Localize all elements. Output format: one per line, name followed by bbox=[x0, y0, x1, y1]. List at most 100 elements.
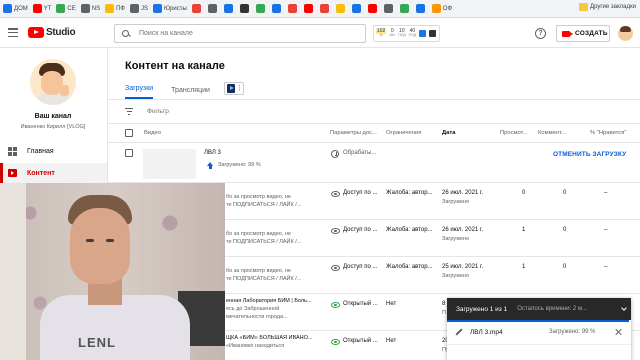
bookmark-item[interactable] bbox=[399, 2, 411, 16]
column-restrictions[interactable]: Ограничения bbox=[386, 130, 421, 136]
bookmark-item[interactable] bbox=[383, 2, 395, 16]
extension-icon[interactable] bbox=[419, 30, 427, 37]
chevron-down-icon[interactable] bbox=[621, 305, 627, 311]
table-row-uploading[interactable]: ЛВЛ 3 Загружено: 99 % Обрабаты... bbox=[108, 143, 640, 183]
bookmark-item[interactable] bbox=[319, 2, 331, 16]
channel-avatar[interactable] bbox=[30, 59, 76, 105]
bookmark-item[interactable]: ДОМ bbox=[3, 2, 28, 16]
video-description-line: бо за просмотр видео, не bbox=[226, 194, 291, 200]
restriction-status[interactable]: Жалоба: автор... bbox=[386, 227, 433, 233]
extension-icon[interactable] bbox=[429, 30, 437, 37]
shirt-print: LENL bbox=[78, 335, 116, 350]
sidebar-item-content[interactable]: Контент bbox=[0, 163, 107, 183]
bookmark-item[interactable] bbox=[335, 2, 347, 16]
channel-title: Ваш канал bbox=[34, 113, 72, 120]
bookmark-item[interactable] bbox=[271, 2, 283, 16]
account-avatar[interactable] bbox=[618, 26, 633, 41]
tab-live[interactable]: Трансляции bbox=[171, 87, 210, 99]
restriction-status[interactable]: Жалоба: автор... bbox=[386, 264, 433, 270]
bookmark-favicon-icon bbox=[105, 4, 115, 13]
ext-stat-key: ПОД bbox=[408, 33, 417, 38]
column-comments[interactable]: Коммент... bbox=[538, 130, 566, 136]
restriction-status[interactable]: Жалоба: автор... bbox=[386, 190, 433, 196]
youtube-studio-logo[interactable]: Studio bbox=[28, 27, 76, 38]
video-title[interactable]: ЛВЛ 3 bbox=[204, 150, 221, 156]
bookmark-item[interactable] bbox=[303, 2, 315, 16]
bookmark-item[interactable]: ПФ bbox=[105, 2, 125, 16]
ext-stat: 0 48ч bbox=[389, 29, 395, 38]
filter-bar[interactable] bbox=[108, 100, 640, 124]
row-checkbox[interactable] bbox=[125, 149, 133, 157]
visibility-icon[interactable] bbox=[331, 228, 340, 234]
sidebar-item-dashboard[interactable]: Главная bbox=[0, 141, 107, 161]
upload-panel-header[interactable]: Загружено 1 из 1 Осталось времени: 2 м..… bbox=[447, 298, 631, 320]
visibility-status[interactable]: Открытый ... bbox=[343, 338, 378, 344]
bookmark-item[interactable]: Юристы bbox=[152, 2, 187, 16]
select-all-checkbox[interactable] bbox=[125, 129, 133, 137]
bookmark-item[interactable] bbox=[255, 2, 267, 16]
content-icon bbox=[8, 169, 17, 177]
bookmark-item[interactable] bbox=[207, 2, 219, 16]
more-icon[interactable]: ⋮ bbox=[236, 85, 243, 92]
tab-uploads[interactable]: Загрузки bbox=[125, 85, 154, 99]
visibility-status[interactable]: Открытый ... bbox=[343, 301, 378, 307]
column-likes[interactable]: % "Нравится" bbox=[590, 130, 626, 136]
bookmark-item[interactable]: CE bbox=[56, 2, 76, 16]
logo-text: Studio bbox=[46, 27, 76, 38]
other-bookmarks[interactable]: Другие закладки bbox=[579, 3, 636, 11]
close-icon[interactable] bbox=[615, 329, 622, 336]
column-views[interactable]: Просмот... bbox=[500, 130, 527, 136]
upload-item[interactable]: ЛВЛ 3.mp4 Загружено: 99 % bbox=[447, 320, 631, 344]
video-likes: – bbox=[604, 264, 608, 270]
column-video[interactable]: Видео bbox=[144, 130, 161, 136]
bookmark-item[interactable] bbox=[367, 2, 379, 16]
bookmark-item[interactable]: NS bbox=[80, 2, 100, 16]
edit-icon[interactable] bbox=[455, 329, 462, 336]
video-title-snippet[interactable]: енная Лаборатория БИМ | Боль... bbox=[226, 298, 312, 304]
video-date: 25 июл. 2021 г. bbox=[442, 264, 484, 270]
visibility-status[interactable]: Доступ по ... bbox=[343, 190, 377, 196]
restriction-status[interactable]: Нет bbox=[386, 338, 396, 344]
extension-stats-widget[interactable]: 102 4ч 0 48ч 10 ПОД 40 ПОД bbox=[373, 25, 440, 42]
search-icon[interactable] bbox=[122, 29, 130, 38]
tab-extension-button[interactable]: ⋮ bbox=[224, 82, 244, 95]
bookmark-item[interactable] bbox=[223, 2, 235, 16]
bookmark-item[interactable] bbox=[415, 2, 427, 16]
bookmark-label: YT bbox=[43, 5, 52, 12]
restriction-status[interactable]: Нет bbox=[386, 301, 396, 307]
visibility-icon[interactable] bbox=[331, 265, 340, 271]
presenter-face bbox=[70, 208, 130, 284]
channel-search[interactable] bbox=[114, 24, 366, 43]
bookmark-item[interactable] bbox=[191, 2, 203, 16]
bookmark-item[interactable]: YT bbox=[32, 2, 52, 16]
upload-progress-panel: Загружено 1 из 1 Осталось времени: 2 м..… bbox=[447, 298, 631, 360]
visibility-status[interactable]: Доступ по ... bbox=[343, 264, 377, 270]
bookmark-item[interactable] bbox=[287, 2, 299, 16]
filter-icon[interactable] bbox=[125, 108, 133, 115]
bookmark-favicon-icon bbox=[255, 4, 265, 13]
table-header: Видео Параметры дос... Ограничения Дата … bbox=[108, 124, 640, 143]
bookmark-item[interactable]: JS bbox=[129, 2, 148, 16]
bookmark-item[interactable]: ОФ bbox=[431, 2, 452, 16]
create-button[interactable]: СОЗДАТЬ bbox=[556, 25, 610, 42]
upload-file-name[interactable]: ЛВЛ 3.mp4 bbox=[470, 329, 503, 336]
bookmark-item[interactable] bbox=[351, 2, 363, 16]
bookmark-favicon-icon bbox=[335, 4, 345, 13]
cancel-upload-link[interactable]: ОТМЕНИТЬ ЗАГРУЗКУ bbox=[553, 151, 626, 158]
visibility-icon[interactable] bbox=[331, 339, 340, 345]
menu-icon[interactable] bbox=[8, 28, 18, 37]
ext-stat-key: ПОД bbox=[398, 33, 406, 38]
page-title: Контент на канале bbox=[125, 60, 225, 72]
video-views: 1 bbox=[522, 227, 526, 233]
bookmark-item[interactable] bbox=[239, 2, 251, 16]
filter-input[interactable] bbox=[147, 108, 347, 115]
video-thumbnail-placeholder[interactable] bbox=[143, 149, 196, 179]
video-title-snippet[interactable]: ЩКА «БИМ» БОЛЬШАЯ ИВАНО... bbox=[226, 335, 312, 341]
column-date[interactable]: Дата bbox=[442, 130, 455, 136]
help-icon[interactable]: ? bbox=[535, 28, 546, 39]
visibility-status[interactable]: Доступ по ... bbox=[343, 227, 377, 233]
search-input[interactable] bbox=[139, 30, 359, 37]
column-visibility[interactable]: Параметры дос... bbox=[330, 130, 377, 136]
visibility-icon[interactable] bbox=[331, 191, 340, 197]
visibility-icon[interactable] bbox=[331, 302, 340, 308]
